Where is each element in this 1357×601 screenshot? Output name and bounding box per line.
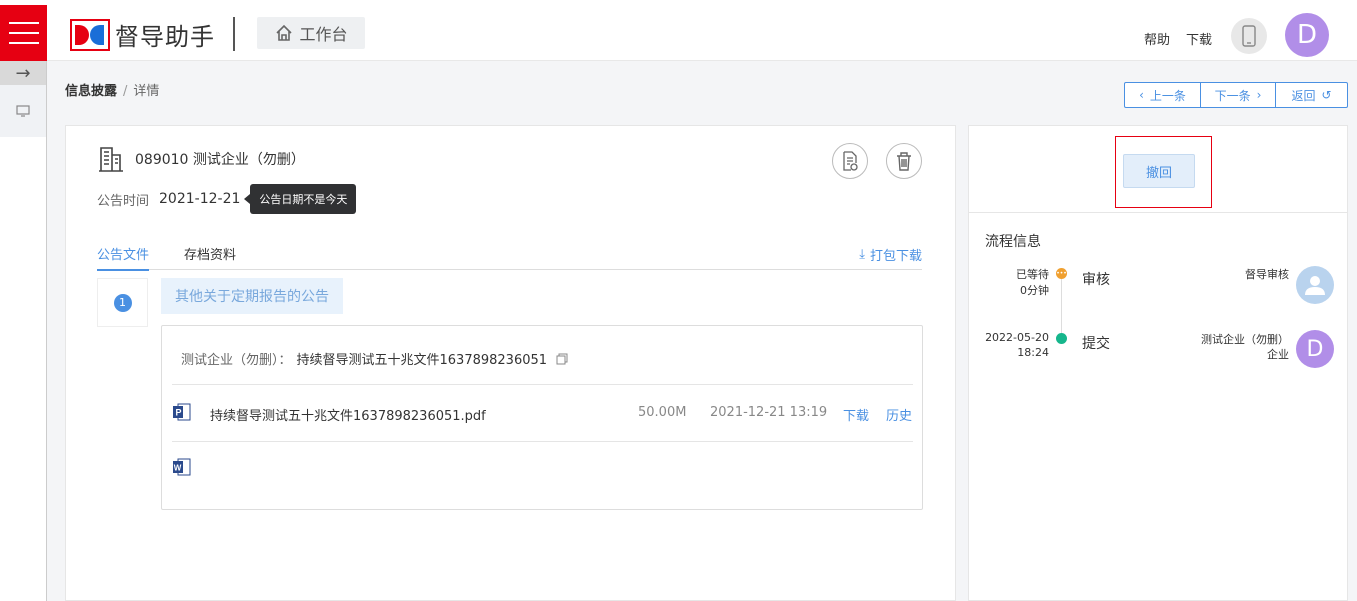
users-icon bbox=[1305, 276, 1325, 295]
flow-title: 流程信息 bbox=[985, 234, 1041, 250]
app-root: 督导助手 工作台 帮助 下载 D → 信息披露 / 详情 ‹ 上一条 下一条 › 返回 ↺… bbox=[0, 0, 1357, 601]
pdf-file-icon: P bbox=[173, 403, 191, 421]
file-group-company: 测试企业（勿删）： bbox=[181, 353, 292, 368]
step-wait-duration: 0分钟 bbox=[1020, 284, 1049, 297]
pending-dot-icon: ••• bbox=[1056, 268, 1067, 279]
mobile-button[interactable] bbox=[1231, 18, 1267, 54]
pack-download-label: 打包下载 bbox=[869, 249, 922, 264]
back-button[interactable]: 返回 ↺ bbox=[1276, 83, 1347, 107]
help-link[interactable]: 帮助 bbox=[1144, 29, 1170, 48]
word-file-icon[interactable]: W bbox=[172, 457, 192, 477]
user-avatar[interactable]: D bbox=[1285, 13, 1329, 57]
breadcrumb-root[interactable]: 信息披露 bbox=[65, 84, 117, 99]
file-name[interactable]: 持续督导测试五十兆文件1637898236051.pdf bbox=[210, 405, 486, 424]
chevron-left-icon: ‹ bbox=[1139, 88, 1144, 102]
app-name: 督导助手 bbox=[115, 23, 215, 51]
timeline-line bbox=[1061, 276, 1062, 340]
file-time: 2021-12-21 13:19 bbox=[710, 405, 828, 420]
hamburger-menu-button[interactable] bbox=[0, 5, 47, 61]
file-history-link[interactable]: 历史 bbox=[886, 405, 912, 424]
svg-text:P: P bbox=[176, 408, 182, 418]
breadcrumb-current: 详情 bbox=[133, 84, 160, 99]
file-group-header: 测试企业（勿删）： 持续督导测试五十兆文件1637898236051 bbox=[181, 349, 568, 368]
breadcrumb-separator: / bbox=[123, 84, 128, 99]
submitter-avatar: D bbox=[1296, 330, 1334, 368]
building-icon bbox=[99, 147, 123, 172]
tab-archive-materials[interactable]: 存档资料 bbox=[184, 244, 236, 269]
step-review-name: 审核 bbox=[1082, 272, 1110, 288]
announce-date-row: 公告时间 2021-12-21 公告日期不是今天 bbox=[97, 184, 357, 214]
step-wait-label: 已等待 bbox=[1016, 268, 1049, 281]
file-divider bbox=[172, 384, 913, 385]
step-submit-time: 18:24 bbox=[1017, 346, 1049, 359]
item-number-box: 1 bbox=[97, 278, 148, 327]
menu-bar-icon bbox=[8, 22, 39, 24]
file-size: 50.00M bbox=[638, 405, 687, 420]
header-divider bbox=[233, 17, 235, 51]
logo-mark-icon bbox=[70, 18, 110, 51]
file-download-link[interactable]: 下载 bbox=[843, 405, 869, 424]
step-submit-date: 2022-05-20 bbox=[985, 331, 1049, 344]
top-header: 督导助手 工作台 帮助 下载 D bbox=[0, 5, 1357, 61]
date-label: 公告时间 bbox=[97, 193, 150, 209]
back-label: 返回 bbox=[1291, 88, 1316, 103]
item-number-badge: 1 bbox=[113, 293, 132, 312]
step-submit-user: 测试企业（勿删） bbox=[1201, 333, 1289, 346]
undo-icon: ↺ bbox=[1321, 88, 1332, 102]
workbench-label: 工作台 bbox=[299, 25, 348, 44]
prev-record-button[interactable]: ‹ 上一条 bbox=[1125, 83, 1201, 107]
trash-icon bbox=[897, 152, 911, 171]
left-sidebar: → bbox=[0, 61, 47, 601]
detail-tabs: 公告文件 存档资料 ⤓ 打包下载 bbox=[97, 241, 922, 271]
next-label: 下一条 bbox=[1214, 88, 1251, 103]
company-row: 089010 测试企业（勿删） bbox=[97, 146, 305, 172]
file-group-name: 持续督导测试五十兆文件1637898236051 bbox=[296, 353, 548, 368]
record-nav-group: ‹ 上一条 下一条 › 返回 ↺ bbox=[1124, 82, 1348, 108]
download-link[interactable]: 下载 bbox=[1186, 29, 1212, 48]
date-warning-tooltip: 公告日期不是今天 bbox=[244, 184, 357, 214]
announcement-category: 其他关于定期报告的公告 bbox=[161, 278, 343, 314]
done-dot-icon bbox=[1056, 333, 1067, 344]
svg-text:W: W bbox=[174, 464, 182, 473]
revoke-highlight: 撤回 bbox=[1115, 136, 1212, 208]
copy-icon[interactable] bbox=[556, 353, 568, 365]
file-divider bbox=[172, 441, 913, 442]
delete-button[interactable] bbox=[886, 143, 922, 179]
menu-bar-icon bbox=[8, 32, 39, 34]
sidebar-item-monitor[interactable] bbox=[0, 85, 46, 137]
download-icon: ⤓ bbox=[859, 247, 865, 262]
arrow-right-icon: → bbox=[15, 62, 31, 84]
breadcrumb: 信息披露 / 详情 bbox=[65, 80, 159, 99]
file-panel: 测试企业（勿删）： 持续督导测试五十兆文件1637898236051 P 持续督… bbox=[161, 325, 923, 510]
chevron-right-icon: › bbox=[1256, 88, 1262, 102]
file-row: P 持续督导测试五十兆文件1637898236051.pdf 50.00M 20… bbox=[172, 402, 913, 426]
revoke-button[interactable]: 撤回 bbox=[1123, 154, 1195, 188]
sidebar-expand-button[interactable]: → bbox=[0, 61, 46, 85]
document-settings-icon bbox=[843, 151, 858, 171]
group-user-avatar bbox=[1296, 266, 1334, 304]
monitor-icon bbox=[16, 105, 30, 117]
step-submit-name: 提交 bbox=[1082, 336, 1110, 352]
detail-card: 089010 测试企业（勿删） 公告时间 2021-12-21 公告日期不是今天… bbox=[65, 125, 956, 601]
menu-bar-icon bbox=[8, 42, 39, 44]
app-logo[interactable]: 督导助手 bbox=[70, 17, 215, 52]
home-icon bbox=[276, 24, 293, 41]
prev-label: 上一条 bbox=[1149, 88, 1186, 103]
pack-download-button[interactable]: ⤓ 打包下载 bbox=[859, 245, 922, 264]
workbench-button[interactable]: 工作台 bbox=[257, 17, 365, 49]
step-review-role: 督导审核 bbox=[1245, 268, 1289, 281]
card-divider bbox=[969, 212, 1347, 213]
process-card: 撤回 流程信息 ••• 已等待 0分钟 审核 督导审核 2022-05-20 1… bbox=[968, 125, 1348, 601]
tab-announcement-files[interactable]: 公告文件 bbox=[97, 244, 150, 271]
step-submit-role: 企业 bbox=[1267, 348, 1289, 361]
company-title: 089010 测试企业（勿删） bbox=[135, 152, 305, 168]
next-record-button[interactable]: 下一条 › bbox=[1201, 83, 1276, 107]
date-value: 2021-12-21 bbox=[159, 191, 241, 207]
phone-icon bbox=[1242, 25, 1256, 47]
document-view-button[interactable] bbox=[832, 143, 868, 179]
